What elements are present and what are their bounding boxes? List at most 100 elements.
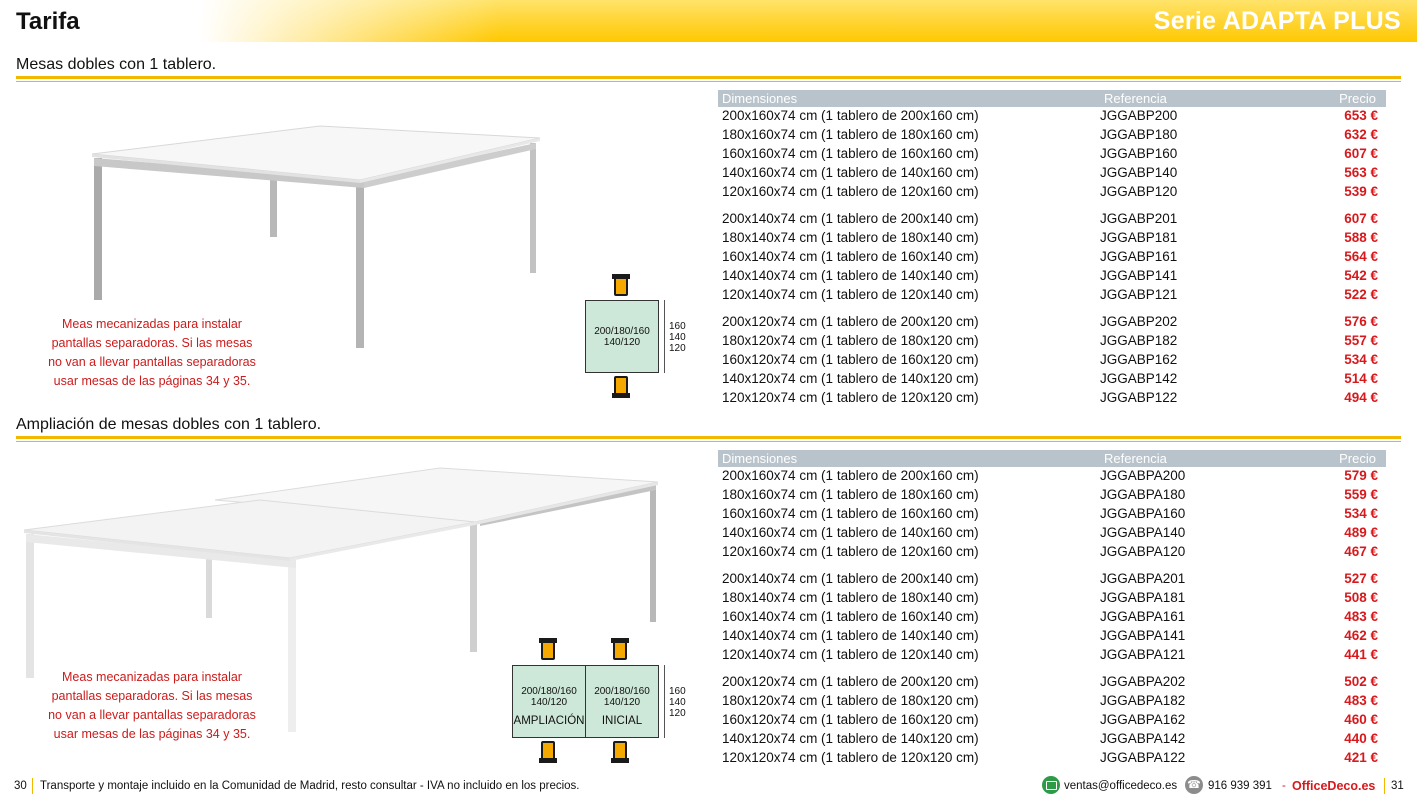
table-row: 200x140x74 cm (1 tablero de 200x140 cm) J…	[718, 210, 1386, 229]
chair-icon	[612, 274, 630, 296]
contact-phone[interactable]: 916 939 391	[1208, 780, 1272, 792]
table-row: 160x140x74 cm (1 tablero de 160x140 cm) J…	[718, 608, 1386, 627]
dimension-cell: 160x120x74 cm (1 tablero de 160x120 cm)	[722, 712, 979, 727]
legal-note: Transporte y montaje incluido en la Comu…	[40, 780, 580, 792]
reference-cell: JGGABP161	[1100, 249, 1178, 264]
column-header-dimensions: Dimensiones	[722, 91, 798, 106]
column-header-price: Precio	[1339, 91, 1376, 106]
chair-icon	[611, 638, 629, 660]
dimension-cell: 120x140x74 cm (1 tablero de 120x140 cm)	[722, 287, 979, 302]
chair-icon	[539, 741, 557, 763]
dimension-cell: 120x160x74 cm (1 tablero de 120x160 cm)	[722, 184, 979, 199]
reference-cell: JGGABP141	[1100, 268, 1178, 283]
column-header-reference: Referencia	[1104, 451, 1167, 466]
contact-email[interactable]: ventas@officedeco.es	[1064, 780, 1177, 792]
chair-icon	[611, 741, 629, 763]
dimension-cell: 140x140x74 cm (1 tablero de 140x140 cm)	[722, 268, 979, 283]
reference-cell: JGGABP160	[1100, 146, 1178, 161]
reference-cell: JGGABPA140	[1100, 525, 1186, 540]
table-row: 160x160x74 cm (1 tablero de 160x160 cm) J…	[718, 505, 1386, 524]
reference-cell: JGGABPA121	[1100, 647, 1186, 662]
dimension-cell: 200x120x74 cm (1 tablero de 200x120 cm)	[722, 314, 979, 329]
dimension-cell: 140x120x74 cm (1 tablero de 140x120 cm)	[722, 371, 979, 386]
layout-diagram: 200/180/160 140/120 160 140 120	[575, 272, 695, 402]
table-row: 120x160x74 cm (1 tablero de 120x160 cm) J…	[718, 183, 1386, 202]
dimension-cell: 160x160x74 cm (1 tablero de 160x160 cm)	[722, 146, 979, 161]
price-cell: 441 €	[1344, 647, 1378, 662]
reference-cell: JGGABPA141	[1100, 628, 1186, 643]
section-title-ampliacion: Ampliación de mesas dobles con 1 tablero…	[16, 416, 322, 433]
dimension-cell: 200x160x74 cm (1 tablero de 200x160 cm)	[722, 468, 979, 483]
price-table-ampliacion: Dimensiones Referencia Precio 200x160x74 cm…	[718, 450, 1386, 768]
table-row: 180x160x74 cm (1 tablero de 180x160 cm) J…	[718, 126, 1386, 145]
reference-cell: JGGABPA180	[1100, 487, 1186, 502]
table-row: 180x140x74 cm (1 tablero de 180x140 cm) J…	[718, 589, 1386, 608]
table-header: Dimensiones Referencia Precio	[718, 90, 1386, 107]
table-row: 120x140x74 cm (1 tablero de 120x140 cm) J…	[718, 286, 1386, 305]
page-number-left: 30	[14, 780, 27, 792]
series-title: Serie ADAPTA PLUS	[1153, 7, 1401, 35]
price-cell: 421 €	[1344, 750, 1378, 765]
column-header-dimensions: Dimensiones	[722, 451, 798, 466]
price-cell: 564 €	[1344, 249, 1378, 264]
reference-cell: JGGABPA160	[1100, 506, 1186, 521]
table-row: 200x160x74 cm (1 tablero de 200x160 cm) J…	[718, 467, 1386, 486]
price-cell: 508 €	[1344, 590, 1378, 605]
price-cell: 632 €	[1344, 127, 1378, 142]
price-cell: 527 €	[1344, 571, 1378, 586]
column-header-reference: Referencia	[1104, 91, 1167, 106]
reference-cell: JGGABPA122	[1100, 750, 1186, 765]
price-cell: 588 €	[1344, 230, 1378, 245]
dimension-cell: 200x120x74 cm (1 tablero de 200x120 cm)	[722, 674, 979, 689]
reference-cell: JGGABPA201	[1100, 571, 1186, 586]
reference-cell: JGGABPA182	[1100, 693, 1186, 708]
price-cell: 462 €	[1344, 628, 1378, 643]
dimension-cell: 120x160x74 cm (1 tablero de 120x160 cm)	[722, 544, 979, 559]
dimension-cell: 160x140x74 cm (1 tablero de 160x140 cm)	[722, 249, 979, 264]
table-row: 140x140x74 cm (1 tablero de 140x140 cm) J…	[718, 627, 1386, 646]
table-row: 120x140x74 cm (1 tablero de 120x140 cm) J…	[718, 646, 1386, 665]
table-row: 180x120x74 cm (1 tablero de 180x120 cm) J…	[718, 332, 1386, 351]
price-cell: 514 €	[1344, 371, 1378, 386]
reference-cell: JGGABPA120	[1100, 544, 1186, 559]
mail-icon	[1042, 776, 1060, 794]
desk-outline-extension: 200/180/160 140/120 AMPLIACIÓN	[512, 665, 586, 738]
dimension-cell: 200x140x74 cm (1 tablero de 200x140 cm)	[722, 571, 979, 586]
table-row: 200x140x74 cm (1 tablero de 200x140 cm) J…	[718, 570, 1386, 589]
price-cell: 460 €	[1344, 712, 1378, 727]
table-row: 120x120x74 cm (1 tablero de 120x120 cm) J…	[718, 749, 1386, 768]
reference-cell: JGGABP181	[1100, 230, 1178, 245]
price-cell: 576 €	[1344, 314, 1378, 329]
reference-cell: JGGABP120	[1100, 184, 1178, 199]
table-row: 200x120x74 cm (1 tablero de 200x120 cm) J…	[718, 673, 1386, 692]
desk-outline: 200/180/160 140/120	[585, 300, 659, 373]
reference-cell: JGGABP202	[1100, 314, 1178, 329]
price-cell: 579 €	[1344, 468, 1378, 483]
price-cell: 467 €	[1344, 544, 1378, 559]
reference-cell: JGGABPA181	[1100, 590, 1186, 605]
dimension-cell: 160x160x74 cm (1 tablero de 160x160 cm)	[722, 506, 979, 521]
chair-icon	[612, 376, 630, 398]
table-row: 140x140x74 cm (1 tablero de 140x140 cm) J…	[718, 267, 1386, 286]
table-row: 160x140x74 cm (1 tablero de 160x140 cm) J…	[718, 248, 1386, 267]
reference-cell: JGGABP142	[1100, 371, 1178, 386]
price-cell: 440 €	[1344, 731, 1378, 746]
dimension-cell: 180x140x74 cm (1 tablero de 180x140 cm)	[722, 230, 979, 245]
section-title-mesas-dobles: Mesas dobles con 1 tablero.	[16, 56, 217, 73]
column-header-price: Precio	[1339, 451, 1376, 466]
reference-cell: JGGABP200	[1100, 108, 1178, 123]
page-number-right: 31	[1391, 780, 1404, 792]
desk-outline-initial: 200/180/160 140/120 INICIAL	[585, 665, 659, 738]
table-row: 120x160x74 cm (1 tablero de 120x160 cm) J…	[718, 543, 1386, 562]
price-cell: 557 €	[1344, 333, 1378, 348]
price-cell: 483 €	[1344, 693, 1378, 708]
reference-cell: JGGABP121	[1100, 287, 1178, 302]
table-row: 160x160x74 cm (1 tablero de 160x160 cm) J…	[718, 145, 1386, 164]
brand-link[interactable]: OfficeDeco.es	[1292, 779, 1375, 793]
reference-cell: JGGABP122	[1100, 390, 1178, 405]
reference-cell: JGGABP201	[1100, 211, 1178, 226]
reference-cell: JGGABPA142	[1100, 731, 1186, 746]
mounting-note: Meas mecanizadas para instalar pantallas…	[48, 317, 256, 388]
dimension-cell: 180x140x74 cm (1 tablero de 180x140 cm)	[722, 590, 979, 605]
dimension-cell: 160x140x74 cm (1 tablero de 160x140 cm)	[722, 609, 979, 624]
